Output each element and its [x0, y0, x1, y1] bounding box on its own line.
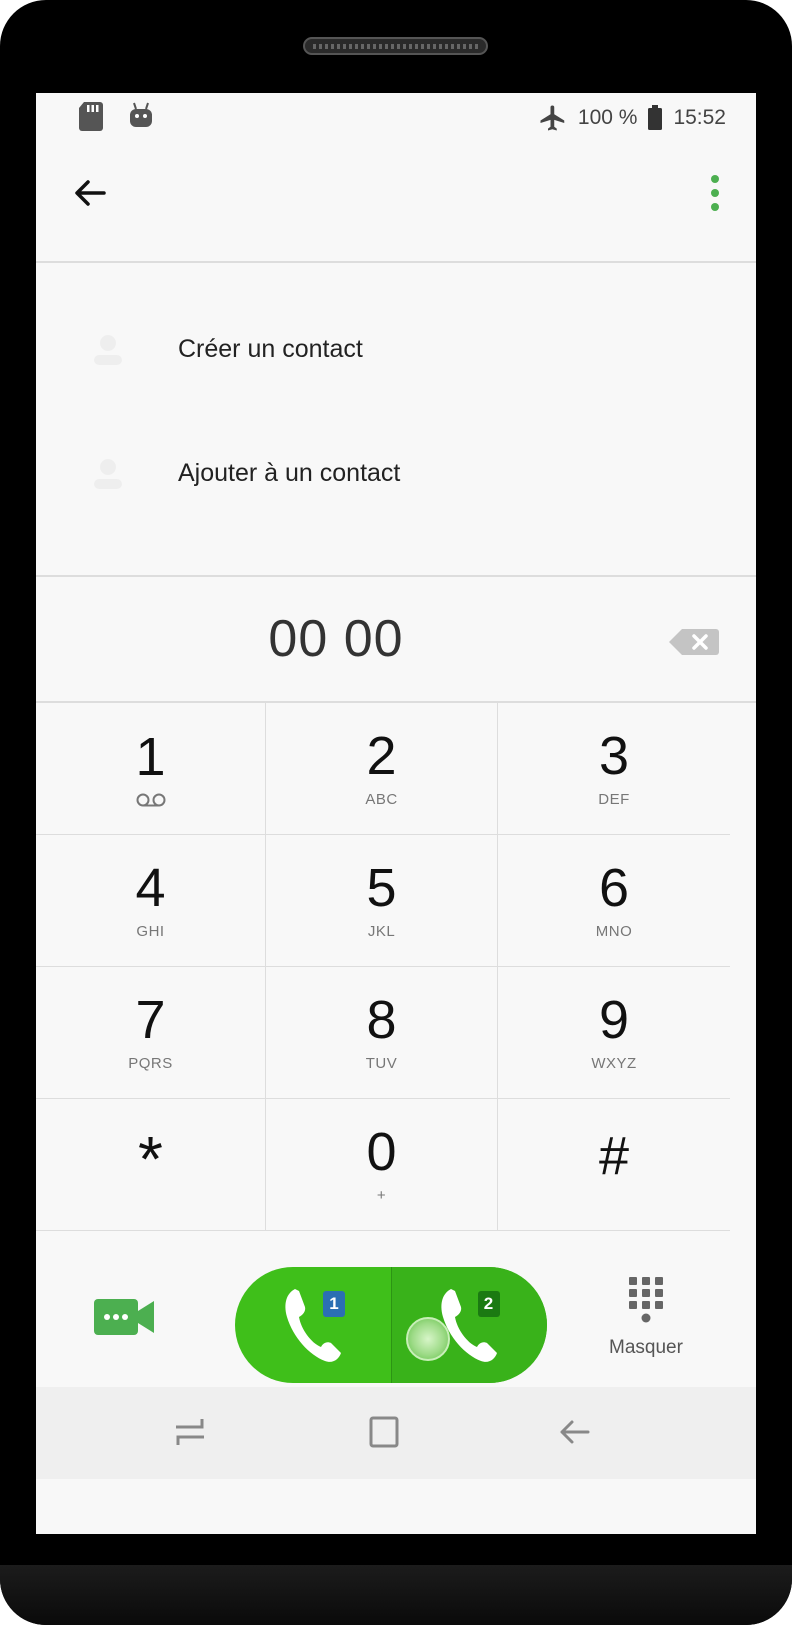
phone-chin [0, 1565, 792, 1625]
person-icon [94, 459, 122, 489]
key-5[interactable]: 5 JKL [266, 835, 498, 967]
key-letters: GHI [136, 922, 165, 940]
dialpad-icon [629, 1277, 663, 1323]
key-3[interactable]: 3 DEF [498, 703, 730, 835]
key-digit: 5 [366, 857, 397, 918]
hide-label: Masquer [609, 1337, 683, 1358]
phone-frame: 100 % 15:52 Créer un contact Ajouter à u… [0, 0, 792, 1625]
battery-icon [648, 105, 663, 130]
touch-indicator [405, 1317, 450, 1361]
key-6[interactable]: 6 MNO [498, 835, 730, 967]
key-letters: WXYZ [591, 1054, 637, 1072]
app-bar [36, 145, 756, 263]
key-digit: 8 [366, 989, 397, 1050]
voicemail-icon [136, 793, 165, 806]
key-digit: 2 [366, 725, 397, 786]
android-debug-icon [130, 102, 152, 127]
dial-keypad: 1 2 ABC 3 DEF 4 GHI 5 JKL 6 MNO 7 PQRS 8… [36, 703, 756, 1231]
key-letters: TUV [365, 1054, 398, 1072]
battery-percentage: 100 % [577, 106, 638, 129]
key-digit: 7 [135, 989, 166, 1050]
screen: 100 % 15:52 Créer un contact Ajouter à u… [36, 93, 756, 1534]
key-digit: 0 [366, 1121, 397, 1182]
recent-apps-icon[interactable] [172, 1415, 208, 1449]
sd-card-icon [79, 102, 103, 131]
sim2-badge: 2 [477, 1291, 500, 1317]
key-letters: JKL [367, 922, 396, 940]
key-digit: 6 [598, 857, 630, 918]
key-1[interactable]: 1 [36, 703, 266, 835]
key-7[interactable]: 7 PQRS [36, 967, 266, 1099]
key-digit: # [598, 1125, 630, 1186]
hide-keypad-button[interactable]: Masquer [596, 1275, 696, 1375]
more-options-icon [711, 175, 719, 183]
airplane-mode-icon [540, 105, 565, 131]
call-sim1-button[interactable]: 1 [235, 1267, 391, 1383]
video-call-icon[interactable] [94, 1297, 156, 1337]
key-letters: DEF [598, 790, 630, 808]
number-display: 00 00 [36, 579, 756, 703]
key-letters: + [376, 1186, 387, 1204]
key-digit: 1 [135, 726, 166, 787]
key-8[interactable]: 8 TUV [266, 967, 498, 1099]
key-4[interactable]: 4 GHI [36, 835, 266, 967]
create-contact-item[interactable]: Créer un contact [36, 285, 756, 413]
call-sim2-button[interactable]: 2 [390, 1267, 547, 1383]
key-digit: 3 [598, 725, 630, 786]
call-actions: 1 2 Masquer [36, 1231, 756, 1403]
key-digit: 4 [135, 857, 166, 918]
add-to-contact-label: Ajouter à un contact [178, 458, 401, 487]
person-add-icon [94, 335, 122, 365]
status-bar: 100 % 15:52 [36, 93, 756, 145]
key-digit: 9 [598, 989, 630, 1050]
add-to-contact-item[interactable]: Ajouter à un contact [36, 409, 756, 537]
home-icon[interactable] [366, 1415, 402, 1449]
more-options-button[interactable] [700, 171, 730, 215]
back-arrow-icon[interactable] [68, 171, 112, 215]
clock: 15:52 [673, 106, 726, 129]
key-star[interactable]: * [36, 1099, 266, 1231]
key-letters: PQRS [128, 1054, 173, 1072]
earpiece-speaker [303, 37, 488, 55]
key-letters: MNO [595, 922, 633, 940]
key-hash[interactable]: # [498, 1099, 730, 1231]
sim1-badge: 1 [323, 1291, 345, 1317]
key-letters: ABC [365, 790, 398, 808]
create-contact-label: Créer un contact [178, 334, 363, 363]
dialed-number[interactable]: 00 00 [36, 609, 636, 669]
key-2[interactable]: 2 ABC [266, 703, 498, 835]
navigation-bar [36, 1387, 756, 1479]
key-digit: * [138, 1122, 163, 1195]
backspace-icon[interactable] [668, 627, 720, 657]
nav-back-icon[interactable] [556, 1415, 592, 1449]
key-0[interactable]: 0 + [266, 1099, 498, 1231]
key-9[interactable]: 9 WXYZ [498, 967, 730, 1099]
call-buttons: 1 2 [235, 1267, 547, 1383]
contact-actions: Créer un contact Ajouter à un contact [36, 265, 756, 577]
